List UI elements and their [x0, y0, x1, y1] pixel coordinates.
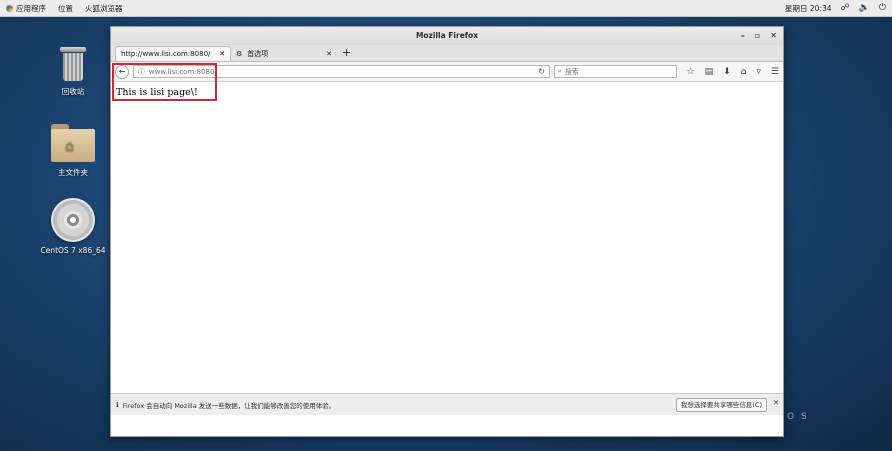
disc-label: CentOS 7 x86_64 [40, 246, 106, 255]
close-tab-icon[interactable]: ✕ [219, 50, 225, 58]
clock[interactable]: 星期日 20:34 [785, 3, 832, 14]
choose-data-button[interactable]: 我想选择要共享哪些信息(C) [675, 398, 767, 412]
apps-icon [6, 4, 13, 12]
close-tab-icon[interactable]: ✕ [326, 50, 332, 58]
tab-strip: http://www.lisi.com:8080/ ✕ ⚙ 首选项 ✕ + [111, 45, 783, 62]
tab-lisi[interactable]: http://www.lisi.com:8080/ ✕ [115, 46, 231, 61]
tab-preferences[interactable]: ⚙ 首选项 ✕ [231, 46, 337, 61]
pocket-icon[interactable]: ▿ [756, 67, 761, 77]
firefox-menu[interactable]: 火狐浏览器 [79, 0, 129, 17]
library-icon[interactable]: ▤ [705, 67, 714, 77]
close-notification-icon[interactable]: ✕ [773, 399, 779, 407]
close-button[interactable]: ✕ [770, 27, 777, 45]
trash-label: 回收站 [61, 87, 85, 96]
applications-menu[interactable]: 应用程序 [0, 0, 52, 17]
minimize-button[interactable]: – [741, 27, 745, 45]
page-content: This is lisi page\! ℹ Firefox 会自动向 Mozil… [111, 83, 783, 415]
power-icon[interactable]: ⏻ [879, 4, 886, 13]
disc-icon [51, 198, 95, 242]
desktop-trash[interactable]: 回收站 [38, 47, 108, 97]
applications-label: 应用程序 [16, 3, 46, 13]
search-placeholder: 搜索 [564, 67, 579, 76]
tab-title: http://www.lisi.com:8080/ [121, 50, 211, 58]
folder-icon: ⌂ [51, 124, 95, 162]
info-icon: ℹ [116, 400, 119, 409]
wallpaper-watermark: O S [787, 412, 809, 422]
network-icon[interactable]: ☍ [841, 4, 850, 13]
places-menu[interactable]: 位置 [52, 0, 79, 17]
gear-icon: ⚙ [236, 49, 243, 58]
desktop-home-folder[interactable]: ⌂ 主文件夹 [38, 124, 108, 178]
window-titlebar[interactable]: Mozilla Firefox – ▫ ✕ [111, 27, 783, 45]
data-reporting-notification: ℹ Firefox 会自动向 Mozilla 发送一些数据，让我们能够改善您的使… [111, 393, 783, 415]
places-label: 位置 [58, 3, 73, 13]
hamburger-menu-icon[interactable]: ☰ [771, 67, 779, 77]
download-icon[interactable]: ⬇ [723, 67, 731, 77]
search-bar[interactable]: ⌕ 搜索 [553, 65, 677, 78]
highlight-rectangle [112, 63, 217, 101]
desktop-disc[interactable]: CentOS 7 x86_64 [38, 198, 108, 255]
trash-icon [60, 47, 86, 81]
home-icon: ⌂ [65, 138, 74, 154]
volume-icon[interactable]: 🔈 [859, 4, 870, 13]
notification-text: Firefox 会自动向 Mozilla 发送一些数据，让我们能够改善您的使用体… [122, 401, 336, 410]
reload-icon[interactable]: ↻ [538, 67, 545, 76]
home-folder-label: 主文件夹 [58, 168, 88, 177]
tab-title: 首选项 [247, 49, 269, 58]
new-tab-button[interactable]: + [337, 46, 356, 61]
star-icon[interactable]: ☆ [687, 67, 695, 77]
top-bar: 应用程序 位置 火狐浏览器 星期日 20:34 ☍ 🔈 ⏻ [0, 0, 892, 17]
maximize-button[interactable]: ▫ [755, 27, 760, 45]
magnifier-icon: ⌕ [557, 67, 562, 75]
firefox-label: 火狐浏览器 [85, 3, 123, 13]
home-icon[interactable]: ⌂ [741, 67, 747, 77]
system-tray: 星期日 20:34 ☍ 🔈 ⏻ [785, 0, 886, 17]
window-title: Mozilla Firefox [415, 31, 479, 40]
